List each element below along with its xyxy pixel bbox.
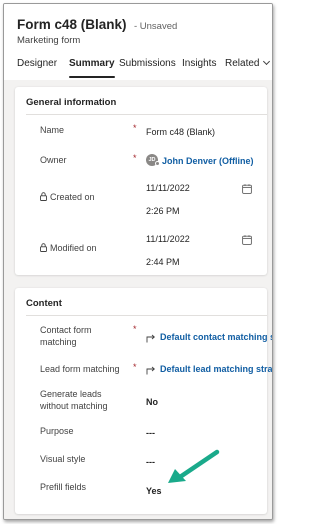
- section-divider: [26, 315, 267, 316]
- required-marker: *: [133, 153, 137, 163]
- tab-label: Summary: [69, 58, 115, 69]
- entity-subtitle: Marketing form: [17, 35, 81, 46]
- modified-on-text: Modified on: [50, 243, 97, 253]
- calendar-icon[interactable]: [242, 181, 252, 199]
- unsaved-indicator: - Unsaved: [133, 21, 178, 32]
- section-divider: [26, 114, 267, 115]
- form-body: General information Name * Form c48 (Bla…: [4, 80, 272, 519]
- required-marker: *: [133, 362, 137, 372]
- tab-designer[interactable]: Designer: [17, 58, 57, 78]
- form-window: Form c48 (Blank) - Unsaved Marketing for…: [3, 3, 273, 520]
- created-time-field[interactable]: 2:26 PM: [146, 205, 180, 217]
- visual-style-field[interactable]: ---: [146, 456, 155, 468]
- page-title: Form c48 (Blank): [17, 17, 127, 32]
- required-marker: *: [133, 123, 137, 133]
- tab-label: Designer: [17, 58, 58, 69]
- form-header: Form c48 (Blank) - Unsaved Marketing for…: [4, 4, 272, 80]
- calendar-icon[interactable]: [242, 232, 252, 250]
- generate-leads-field[interactable]: No: [146, 396, 158, 408]
- content-section: Content Contact form matching * Default …: [15, 288, 272, 514]
- owner-label: Owner: [40, 155, 67, 165]
- general-information-section: General information Name * Form c48 (Bla…: [15, 87, 267, 275]
- presence-status-icon: [155, 161, 160, 166]
- generate-leads-label: Generate leads without matching: [40, 389, 108, 411]
- created-date-field[interactable]: 11/11/2022: [146, 182, 190, 194]
- contact-form-matching-label: Contact form matching: [40, 325, 92, 347]
- lock-icon: [40, 243, 47, 255]
- lock-icon: [40, 192, 47, 204]
- tab-summary[interactable]: Summary: [69, 58, 115, 78]
- prefill-fields-label: Prefill fields: [40, 482, 87, 492]
- name-label: Name: [40, 125, 65, 135]
- chevron-down-icon: [263, 57, 271, 66]
- lead-form-matching-label: Lead form matching: [40, 364, 120, 374]
- section-title: General information: [26, 97, 117, 108]
- visual-style-label: Visual style: [40, 454, 86, 464]
- tab-label: Submissions: [119, 58, 176, 69]
- modified-on-label: Modified on: [40, 242, 97, 255]
- matching-strategy-icon: [146, 330, 156, 348]
- tab-label: Related: [225, 58, 260, 69]
- owner-link[interactable]: John Denver (Offline): [162, 155, 254, 167]
- lead-matching-link[interactable]: Default lead matching strat...: [160, 363, 272, 375]
- tab-label: Insights: [182, 58, 217, 69]
- title-row: Form c48 (Blank) - Unsaved: [17, 16, 177, 34]
- section-title: Content: [26, 298, 62, 309]
- required-marker: *: [133, 324, 137, 334]
- matching-strategy-icon: [146, 362, 156, 380]
- tab-insights[interactable]: Insights: [182, 58, 216, 78]
- annotation-arrow-icon: [168, 449, 220, 483]
- tab-bar: Designer Summary Submissions Insights Re…: [4, 56, 272, 80]
- modified-time-field[interactable]: 2:44 PM: [146, 256, 180, 268]
- tab-submissions[interactable]: Submissions: [119, 58, 176, 78]
- tab-related[interactable]: Related: [225, 57, 271, 78]
- purpose-label: Purpose: [40, 426, 74, 436]
- prefill-fields-field[interactable]: Yes: [146, 485, 162, 497]
- created-on-text: Created on: [50, 192, 95, 202]
- modified-date-field[interactable]: 11/11/2022: [146, 233, 190, 245]
- contact-matching-link[interactable]: Default contact matching st...: [160, 331, 272, 343]
- created-on-label: Created on: [40, 191, 95, 204]
- name-field[interactable]: Form c48 (Blank): [146, 126, 215, 138]
- purpose-field[interactable]: ---: [146, 427, 155, 439]
